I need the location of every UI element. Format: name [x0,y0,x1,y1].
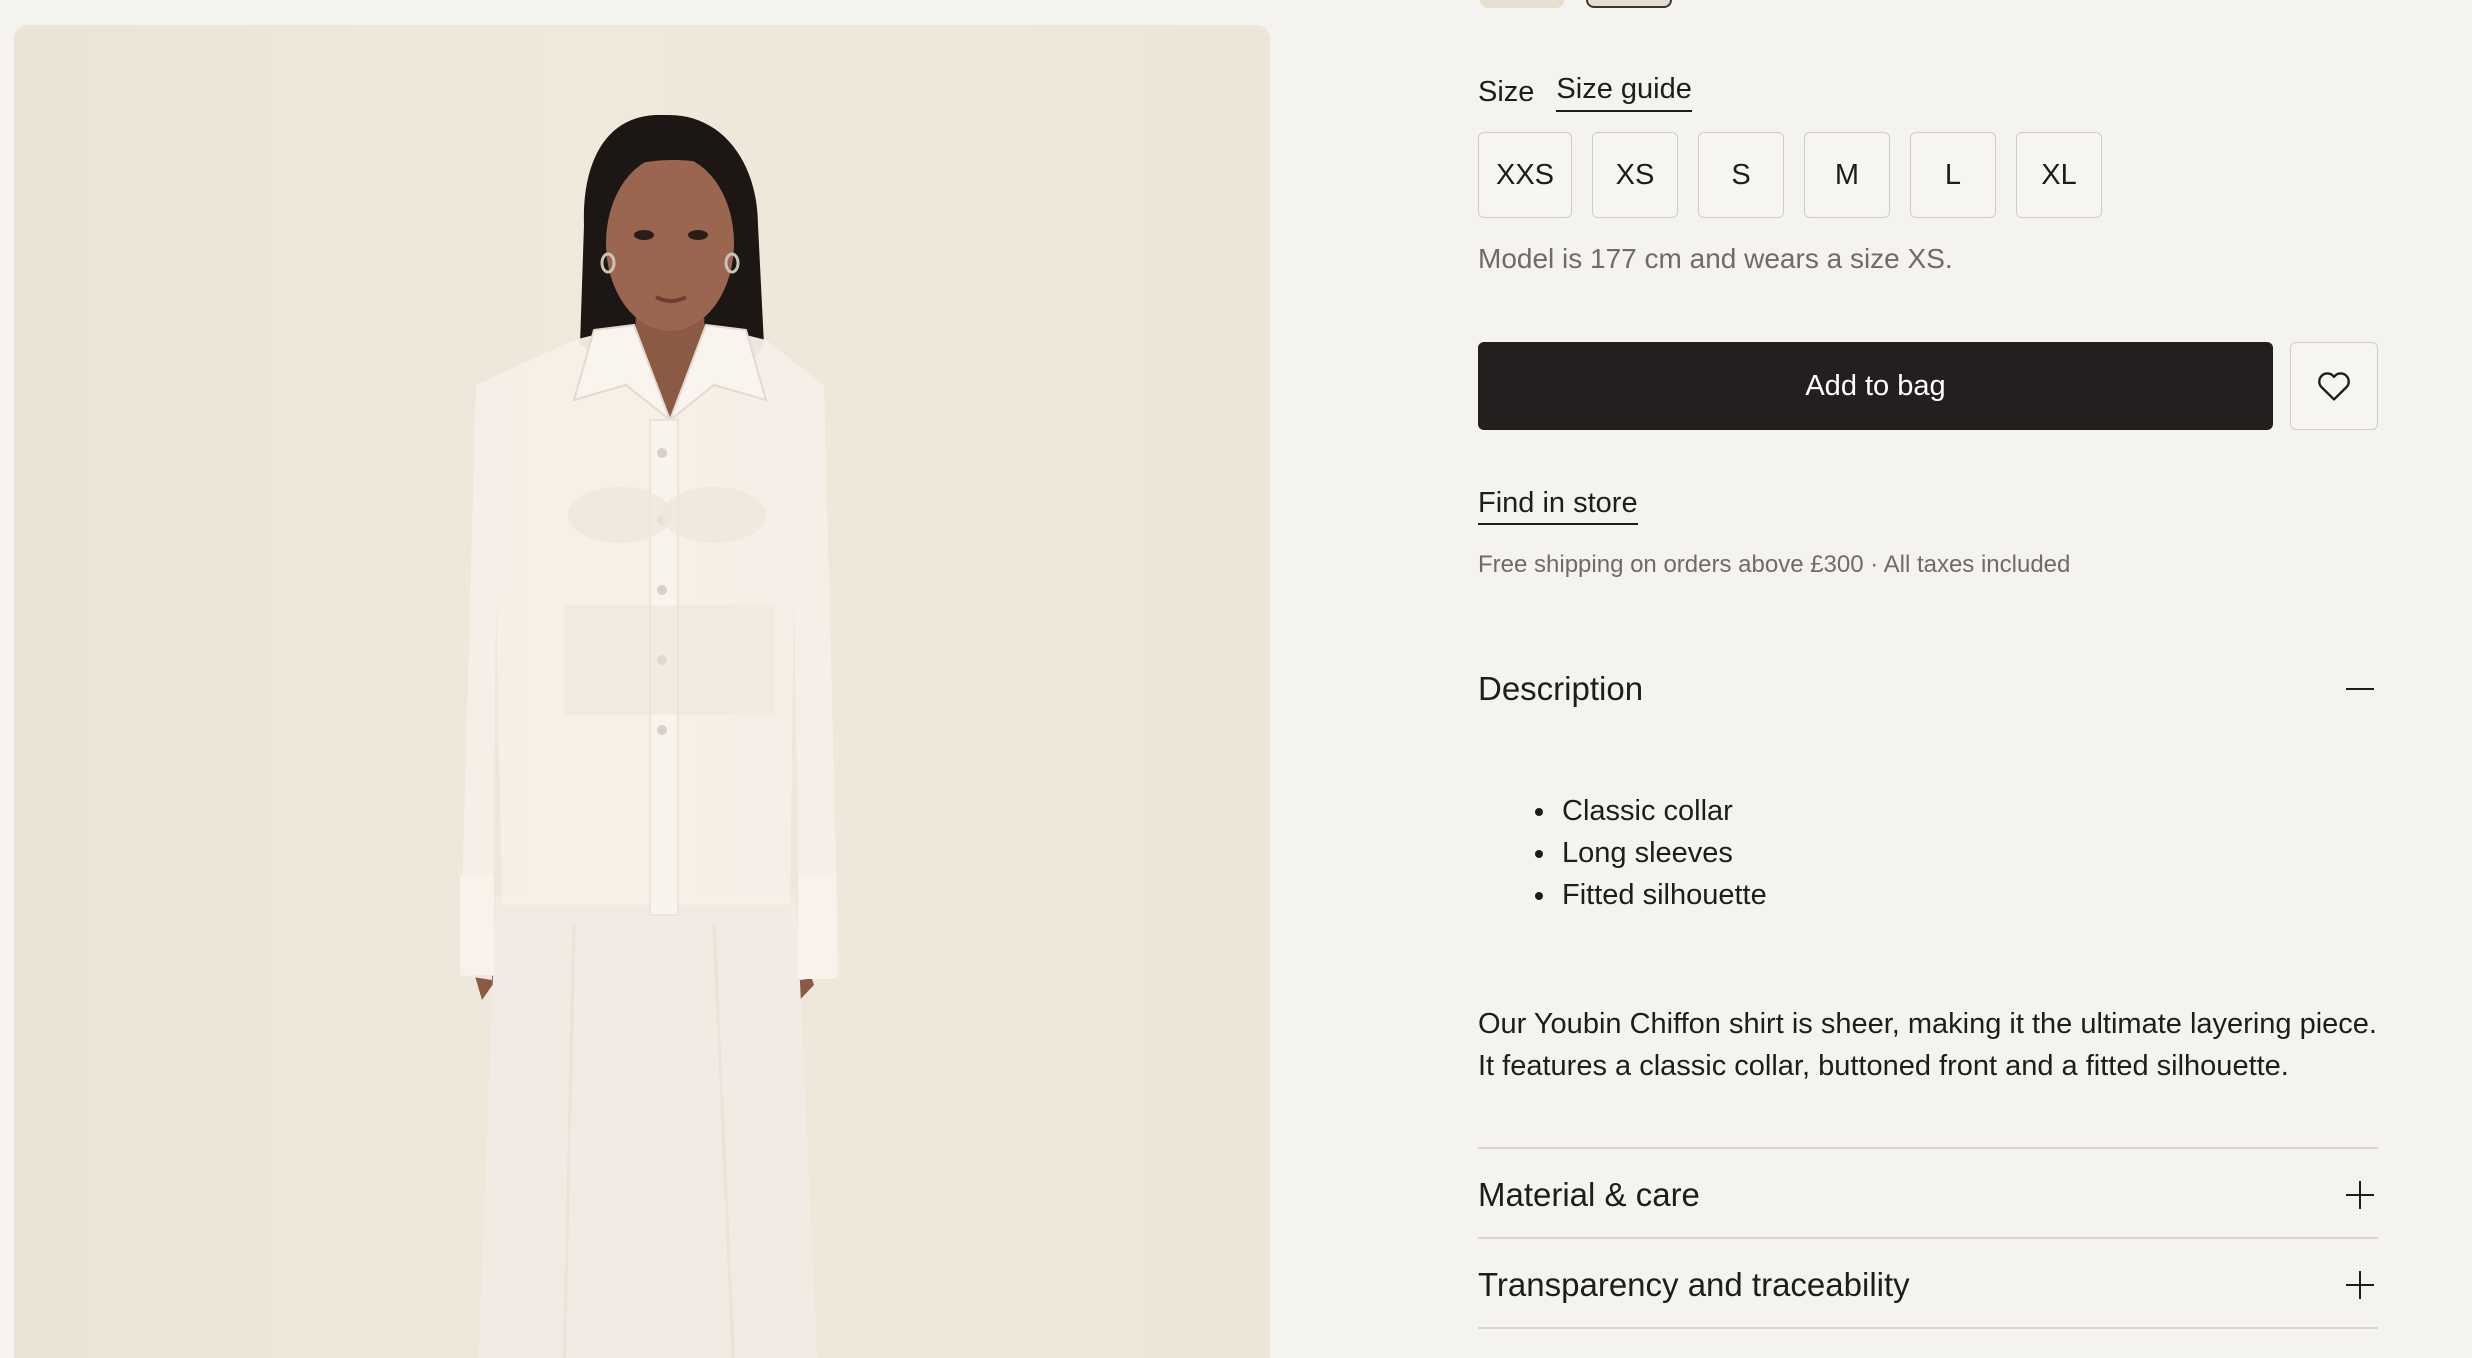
size-option-xs[interactable]: XS [1592,132,1678,218]
wishlist-button[interactable] [2290,342,2378,430]
size-option-m[interactable]: M [1804,132,1890,218]
color-swatch-selected[interactable] [1586,0,1672,8]
list-item: Classic collar [1558,790,1767,832]
size-option-s[interactable]: S [1698,132,1784,218]
size-label: Size [1478,75,1535,108]
product-image[interactable] [14,25,1270,1358]
divider [1478,1147,2378,1149]
model-wearing-shirt-illustration [460,115,839,1358]
size-guide-link[interactable]: Size guide [1556,73,1692,112]
find-in-store-link[interactable]: Find in store [1478,487,1638,525]
heart-icon [2318,372,2350,401]
accordion-material-title: Material & care [1478,1176,1700,1213]
size-option-l[interactable]: L [1910,132,1996,218]
accordion-traceability-title: Transparency and traceability [1478,1266,1910,1303]
model-size-note: Model is 177 cm and wears a size XS. [1478,243,1953,274]
add-to-bag-button[interactable]: Add to bag [1478,342,2273,430]
color-swatch[interactable] [1480,0,1564,8]
size-selector: XXS XS S M L XL [1478,132,2378,218]
description-paragraph: Our Youbin Chiffon shirt is sheer, makin… [1478,1003,2378,1087]
list-item: Long sleeves [1558,832,1767,874]
plus-icon [2346,1181,2374,1209]
accordion-traceability-header[interactable]: Transparency and traceability [1478,1260,2378,1310]
size-header: Size Size guide [1478,70,2378,114]
find-in-store: Find in store [1478,487,2378,525]
divider [1478,1237,2378,1239]
minus-icon [2346,675,2374,703]
size-option-xl[interactable]: XL [2016,132,2102,218]
list-item: Fitted silhouette [1558,874,1767,916]
description-line-2: It features a classic collar, buttoned f… [1478,1050,2289,1082]
description-line-1: Our Youbin Chiffon shirt is sheer, makin… [1478,1008,2377,1040]
accordion-description-header[interactable]: Description [1478,665,2378,713]
description-bullets: Classic collar Long sleeves Fitted silho… [1528,790,1767,916]
shipping-note: Free shipping on orders above £300 · All… [1478,551,2071,578]
accordion-description-title: Description [1478,670,1644,707]
product-page: Size Size guide XXS XS S M L XL Model is… [0,0,2472,1358]
accordion-material-header[interactable]: Material & care [1478,1170,2378,1220]
divider [1478,1327,2378,1329]
plus-icon [2346,1271,2374,1299]
size-option-xxs[interactable]: XXS [1478,132,1572,218]
